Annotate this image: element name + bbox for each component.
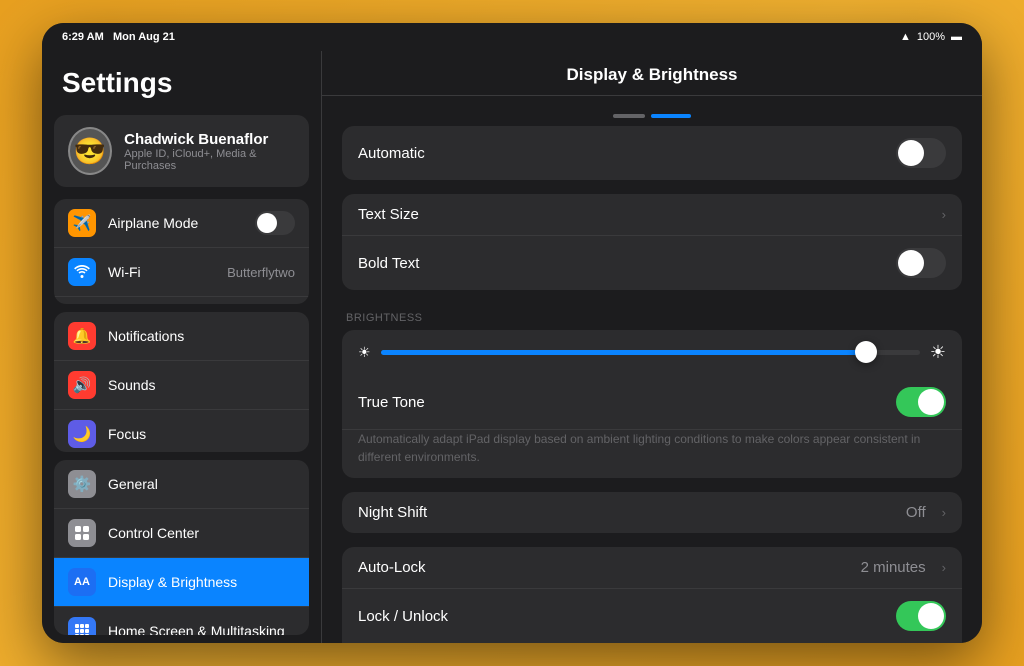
autolock-label: Auto-Lock: [358, 559, 849, 576]
user-info: Chadwick Buenaflor Apple ID, iCloud+, Me…: [124, 131, 295, 172]
sidebar-item-airplane[interactable]: ✈️ Airplane Mode: [54, 199, 309, 248]
lockunlock-row[interactable]: Lock / Unlock: [342, 589, 962, 643]
sidebar-item-sounds[interactable]: 🔊 Sounds: [54, 361, 309, 410]
scroll-dot-dark: [651, 114, 691, 118]
appearance-scroll: [342, 106, 962, 126]
boldtext-row[interactable]: Bold Text: [342, 236, 962, 290]
brightness-low-icon: ☀: [358, 344, 371, 361]
brightness-high-icon: ☀: [930, 342, 946, 363]
sidebar-item-general[interactable]: ⚙️ General: [54, 460, 309, 509]
status-right: ▲ 100% ▬: [900, 31, 962, 43]
user-profile[interactable]: 😎 Chadwick Buenaflor Apple ID, iCloud+, …: [54, 115, 309, 187]
displaybrightness-label: Display & Brightness: [108, 574, 295, 590]
date: Mon Aug 21: [113, 31, 175, 43]
wifi-icon: ▲: [900, 31, 911, 43]
wifi-icon: [68, 258, 96, 286]
automatic-toggle[interactable]: [896, 138, 946, 168]
sidebar-item-wifi[interactable]: Wi-Fi Butterflytwo: [54, 248, 309, 297]
brightness-group: ☀ ☀ True Tone Automatically adapt iPad d…: [342, 330, 962, 478]
brightness-row[interactable]: ☀ ☀: [342, 330, 962, 375]
airplane-toggle[interactable]: [255, 211, 295, 235]
lock-group: Auto-Lock 2 minutes › Lock / Unlock Auto…: [342, 547, 962, 643]
brightness-thumb[interactable]: [855, 341, 877, 363]
nightshift-row[interactable]: Night Shift Off ›: [342, 492, 962, 533]
sounds-label: Sounds: [108, 377, 295, 393]
textsize-label: Text Size: [358, 206, 926, 223]
notifications-group: 🔔 Notifications 🔊 Sounds 🌙 Focus ⏱ Scree…: [54, 312, 309, 452]
nightshift-label: Night Shift: [358, 504, 894, 521]
settings-title: Settings: [42, 51, 321, 109]
status-bar: 6:29 AM Mon Aug 21 ▲ 100% ▬: [42, 23, 982, 51]
battery-icon: ▬: [951, 31, 962, 43]
sidebar-item-focus[interactable]: 🌙 Focus: [54, 410, 309, 452]
autolock-chevron: ›: [942, 560, 946, 575]
text-group: Text Size › Bold Text: [342, 194, 962, 290]
homescreen-icon: [68, 617, 96, 635]
general-icon: ⚙️: [68, 470, 96, 498]
textsize-row[interactable]: Text Size ›: [342, 194, 962, 236]
truetone-label: True Tone: [358, 394, 884, 411]
boldtext-label: Bold Text: [358, 255, 884, 272]
ipad-frame: 6:29 AM Mon Aug 21 ▲ 100% ▬ Settings 😎 C…: [42, 23, 982, 643]
notifications-label: Notifications: [108, 328, 295, 344]
main-content: Settings 😎 Chadwick Buenaflor Apple ID, …: [42, 51, 982, 643]
truetone-row[interactable]: True Tone: [342, 375, 962, 430]
controlcenter-icon: [68, 519, 96, 547]
network-group: ✈️ Airplane Mode Wi-Fi Butterflytwo: [54, 199, 309, 304]
panel-title: Display & Brightness: [322, 51, 982, 96]
avatar: 😎: [68, 127, 112, 175]
lockunlock-label: Lock / Unlock: [358, 608, 884, 625]
truetone-toggle[interactable]: [896, 387, 946, 417]
user-name: Chadwick Buenaflor: [124, 131, 295, 148]
boldtext-toggle[interactable]: [896, 248, 946, 278]
user-subtitle: Apple ID, iCloud+, Media & Purchases: [124, 148, 295, 172]
battery-label: 100%: [917, 31, 945, 43]
brightness-fill: [381, 350, 866, 355]
textsize-chevron: ›: [942, 207, 946, 222]
homescreen-label: Home Screen & Multitasking: [108, 623, 295, 635]
sidebar: Settings 😎 Chadwick Buenaflor Apple ID, …: [42, 51, 322, 643]
autolock-value: 2 minutes: [861, 559, 926, 576]
nightshift-value: Off: [906, 504, 926, 521]
sidebar-item-controlcenter[interactable]: Control Center: [54, 509, 309, 558]
automatic-group: Automatic: [342, 126, 962, 180]
automatic-row[interactable]: Automatic: [342, 126, 962, 180]
time: 6:29 AM: [62, 31, 104, 43]
sidebar-item-displaybrightness[interactable]: AA Display & Brightness: [54, 558, 309, 607]
automatic-label: Automatic: [358, 145, 884, 162]
focus-icon: 🌙: [68, 420, 96, 448]
truetone-desc: Automatically adapt iPad display based o…: [342, 430, 962, 478]
brightness-header: BRIGHTNESS: [342, 304, 962, 330]
notifications-icon: 🔔: [68, 322, 96, 350]
focus-label: Focus: [108, 426, 295, 442]
general-label: General: [108, 476, 295, 492]
brightness-slider[interactable]: [381, 350, 920, 355]
nightshift-chevron: ›: [942, 505, 946, 520]
status-time-date: 6:29 AM Mon Aug 21: [62, 31, 175, 43]
sounds-icon: 🔊: [68, 371, 96, 399]
sidebar-item-notifications[interactable]: 🔔 Notifications: [54, 312, 309, 361]
scroll-dot-light: [613, 114, 645, 118]
airplane-label: Airplane Mode: [108, 215, 243, 231]
displaybrightness-icon: AA: [68, 568, 96, 596]
nightshift-group: Night Shift Off ›: [342, 492, 962, 533]
sidebar-item-homescreen[interactable]: Home Screen & Multitasking: [54, 607, 309, 635]
sidebar-item-bluetooth[interactable]: Bluetooth On: [54, 297, 309, 304]
detail-panel: Display & Brightness Automatic: [322, 51, 982, 643]
lockunlock-toggle[interactable]: [896, 601, 946, 631]
airplane-icon: ✈️: [68, 209, 96, 237]
scroll-dots: [613, 114, 691, 118]
controlcenter-label: Control Center: [108, 525, 295, 541]
system-group: ⚙️ General Control Center: [54, 460, 309, 635]
panel-content: Automatic Text Size › Bold Text: [322, 96, 982, 643]
autolock-row[interactable]: Auto-Lock 2 minutes ›: [342, 547, 962, 589]
wifi-value: Butterflytwo: [227, 265, 295, 280]
wifi-label: Wi-Fi: [108, 264, 215, 280]
